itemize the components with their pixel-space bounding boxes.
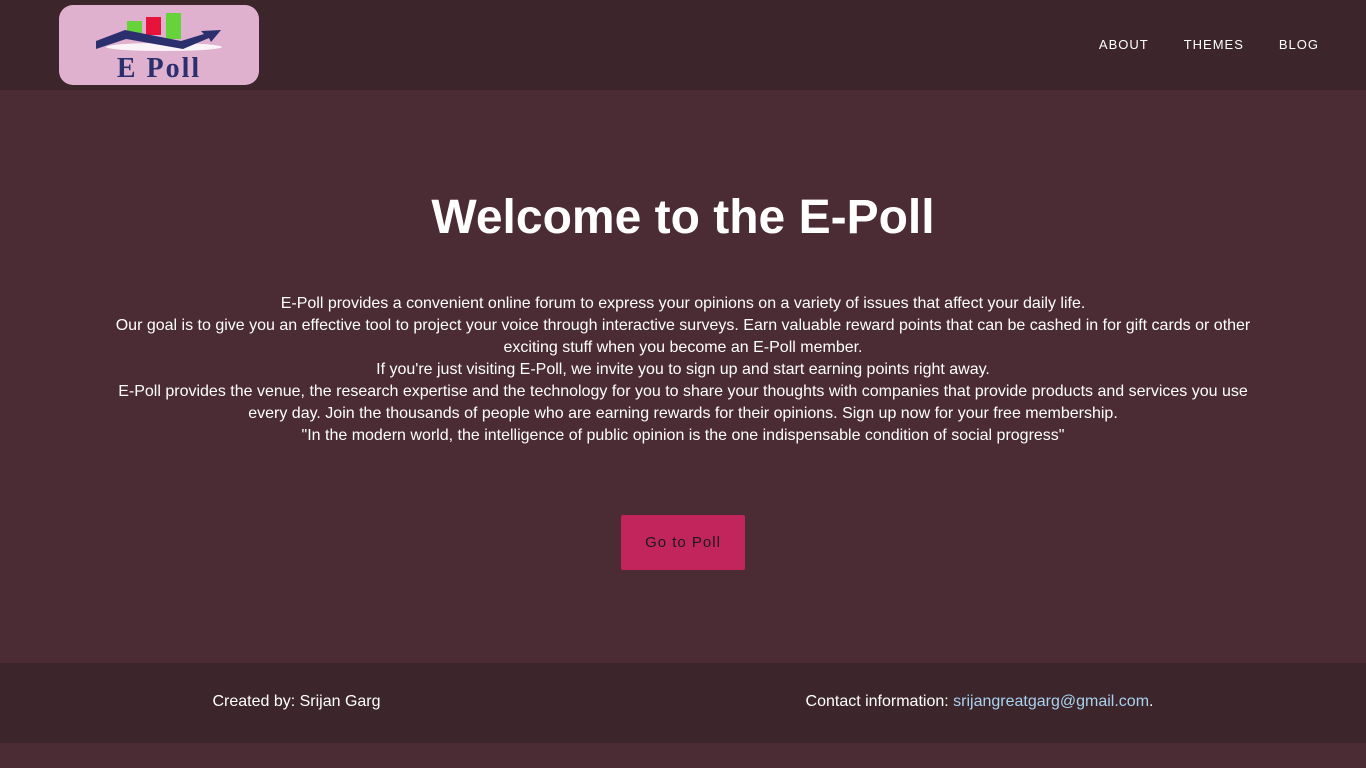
contact-label: Contact information:: [805, 693, 954, 710]
contact-suffix: .: [1149, 693, 1154, 710]
page-bottom: [0, 743, 1366, 768]
contact-email-link[interactable]: srijangreatgarg@gmail.com: [953, 693, 1149, 710]
intro-paragraph: If you're just visiting E-Poll, we invit…: [376, 361, 990, 378]
e-poll-logo[interactable]: E Poll: [59, 5, 259, 85]
logo-text: E Poll: [116, 53, 202, 84]
footer: Created by: Srijan Garg Contact informat…: [0, 663, 1366, 743]
created-by-text: Created by: Srijan Garg: [212, 693, 381, 710]
nav-blog[interactable]: BLOG: [1279, 37, 1319, 53]
intro-paragraph: E-Poll provides a convenient online foru…: [280, 295, 1086, 312]
top-navbar: E Poll ABOUT THEMES BLOG: [0, 0, 1366, 90]
intro-paragraph: E-Poll provides the venue, the research …: [118, 383, 1248, 422]
contact-info: Contact information: srijangreatgarg@gma…: [593, 693, 1366, 711]
intro-text: E-Poll provides a convenient online foru…: [110, 293, 1256, 447]
page-title: Welcome to the E-Poll: [431, 191, 935, 244]
nav-links: ABOUT THEMES BLOG: [1064, 37, 1319, 53]
nav-about[interactable]: ABOUT: [1099, 37, 1149, 53]
quote-paragraph: "In the modern world, the intelligence o…: [301, 427, 1065, 444]
nav-themes[interactable]: THEMES: [1184, 37, 1244, 53]
hero-section: Welcome to the E-Poll E-Poll provides a …: [0, 90, 1366, 663]
intro-paragraph: Our goal is to give you an effective too…: [115, 317, 1251, 356]
go-to-poll-button[interactable]: Go to Poll: [621, 515, 745, 570]
